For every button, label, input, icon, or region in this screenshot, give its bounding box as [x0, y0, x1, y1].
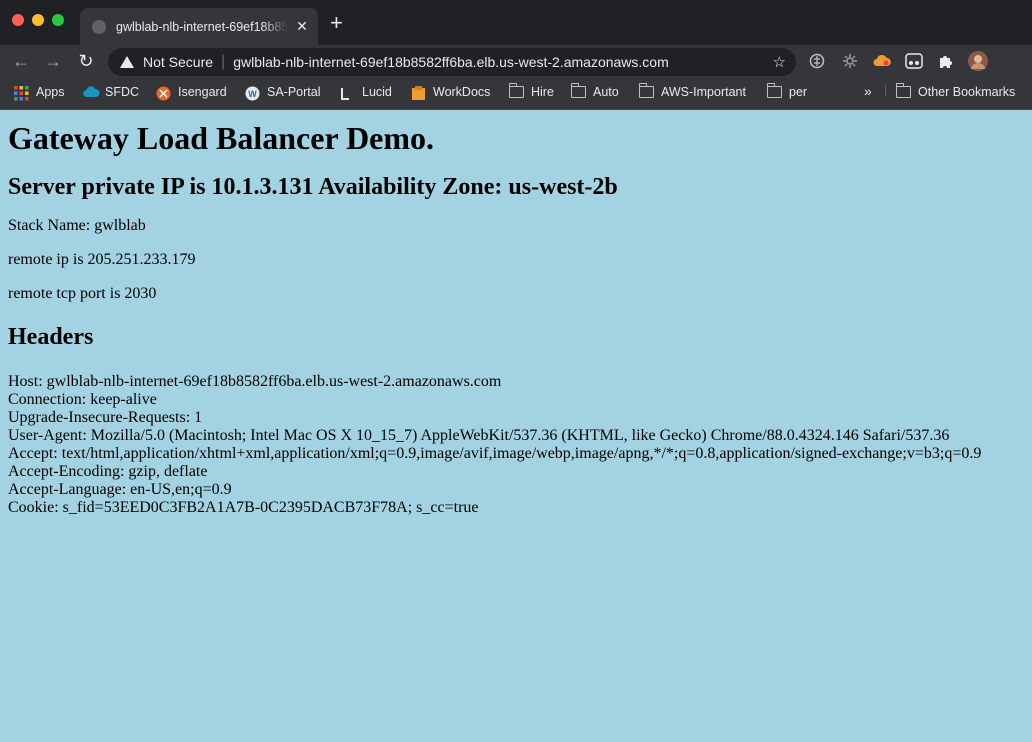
bookmark-other-bookmarks[interactable]: Other Bookmarks — [895, 83, 1016, 99]
header-line: Connection: keep-alive — [8, 391, 157, 408]
tab-bar: gwlblab-nlb-internet-69ef18b8582ff6ba.el… — [0, 0, 1032, 45]
extension-gear-icon[interactable] — [840, 51, 860, 71]
bookmark-label: WorkDocs — [433, 85, 491, 99]
bookmarks-overflow-button[interactable]: » — [864, 83, 872, 99]
folder-icon — [570, 83, 586, 98]
bookmark-folder-per[interactable]: per — [766, 83, 808, 99]
maximize-window-button[interactable] — [52, 14, 64, 26]
active-tab[interactable]: gwlblab-nlb-internet-69ef18b8582ff6ba.el… — [80, 8, 318, 45]
wordpress-icon: W — [245, 86, 260, 100]
header-line: Accept-Encoding: gzip, deflate — [8, 463, 208, 480]
headers-heading: Headers — [8, 324, 94, 350]
bookmark-label: AWS-Important — [661, 85, 746, 99]
bookmark-label: Apps — [36, 85, 65, 99]
apps-grid-icon — [14, 85, 29, 100]
new-tab-button[interactable]: + — [330, 12, 343, 34]
browser-chrome: gwlblab-nlb-internet-69ef18b8582ff6ba.el… — [0, 0, 1032, 110]
bookmark-label: SA-Portal — [267, 85, 321, 99]
bookmark-label: Hire — [531, 85, 554, 99]
bookmark-lucid[interactable]: Lucid — [340, 85, 392, 100]
profile-avatar[interactable] — [968, 51, 988, 71]
remote-port-text: remote tcp port is 2030 — [8, 285, 157, 302]
bookmarks-bar: Apps SFDC Isengard W SA-Portal Lucid Wor… — [0, 77, 1032, 110]
extension-cloud-icon[interactable] — [872, 51, 892, 71]
bookmark-label: SFDC — [105, 85, 140, 99]
bookmark-isengard[interactable]: Isengard — [156, 85, 227, 100]
header-line: Accept-Language: en-US,en;q=0.9 — [8, 481, 232, 498]
bookmark-folder-auto[interactable]: Auto — [570, 83, 619, 99]
tab-title: gwlblab-nlb-internet-69ef18b8582ff6ba.el… — [116, 19, 288, 34]
extension-brain-icon[interactable] — [807, 51, 827, 71]
bookmark-folder-hire[interactable]: Hire — [508, 83, 554, 99]
isengard-icon — [156, 86, 171, 100]
remote-ip-text: remote ip is 205.251.233.179 — [8, 251, 196, 268]
page-content: Gateway Load Balancer Demo. Server priva… — [0, 120, 1032, 517]
bookmarks-divider: | — [884, 83, 888, 97]
bookmark-sa-portal[interactable]: W SA-Portal — [245, 85, 321, 100]
header-line: Accept: text/html,application/xhtml+xml,… — [8, 445, 982, 462]
header-line: User-Agent: Mozilla/5.0 (Macintosh; Inte… — [8, 427, 950, 444]
header-line: Host: gwlblab-nlb-internet-69ef18b8582ff… — [8, 373, 502, 390]
window-controls — [12, 14, 64, 26]
minimize-window-button[interactable] — [32, 14, 44, 26]
header-line: Upgrade-Insecure-Requests: 1 — [8, 409, 203, 426]
address-bar[interactable]: Not Secure | gwlblab-nlb-internet-69ef18… — [108, 48, 796, 76]
folder-icon — [508, 83, 524, 98]
close-icon[interactable]: ✕ — [294, 18, 310, 35]
headers-list: Host: gwlblab-nlb-internet-69ef18b8582ff… — [8, 373, 1024, 517]
header-line: Cookie: s_fid=53EED0C3FB2A1A7B-0C2395DAC… — [8, 499, 479, 516]
bookmark-label: Auto — [593, 85, 619, 99]
folder-icon — [638, 83, 654, 98]
svg-text:W: W — [248, 89, 257, 99]
workdocs-icon — [411, 85, 426, 100]
security-label[interactable]: Not Secure — [143, 54, 213, 70]
bookmark-label: Lucid — [362, 85, 392, 99]
toolbar: ← → ↻ Not Secure | gwlblab-nlb-internet-… — [0, 45, 1032, 77]
warning-icon — [120, 56, 134, 68]
extensions-puzzle-icon[interactable] — [936, 51, 956, 71]
folder-icon — [766, 83, 782, 98]
folder-icon — [895, 83, 911, 98]
forward-button[interactable]: → — [41, 51, 65, 72]
back-button[interactable]: ← — [9, 51, 33, 72]
globe-icon — [92, 19, 106, 34]
extension-reader-icon[interactable] — [904, 51, 924, 71]
bookmark-folder-aws-important[interactable]: AWS-Important — [638, 83, 746, 99]
bookmark-label: Other Bookmarks — [918, 85, 1016, 99]
omnibox-separator: | — [221, 53, 226, 70]
lucid-icon — [340, 86, 355, 100]
server-info-heading: Server private IP is 10.1.3.131 Availabi… — [8, 174, 618, 200]
bookmark-sfdc[interactable]: SFDC — [83, 85, 139, 99]
url-text[interactable]: gwlblab-nlb-internet-69ef18b8582ff6ba.el… — [233, 54, 669, 70]
page-title: Gateway Load Balancer Demo. — [8, 120, 435, 156]
stack-name-text: Stack Name: gwlblab — [8, 217, 146, 234]
bookmark-apps[interactable]: Apps — [14, 85, 65, 100]
bookmark-star-icon[interactable]: ☆ — [773, 53, 786, 71]
bookmark-label: per — [789, 85, 808, 99]
bookmark-workdocs[interactable]: WorkDocs — [411, 85, 491, 100]
close-window-button[interactable] — [12, 14, 24, 26]
bookmark-label: Isengard — [178, 85, 227, 99]
salesforce-cloud-icon — [83, 85, 100, 99]
reload-button[interactable]: ↻ — [74, 51, 98, 72]
